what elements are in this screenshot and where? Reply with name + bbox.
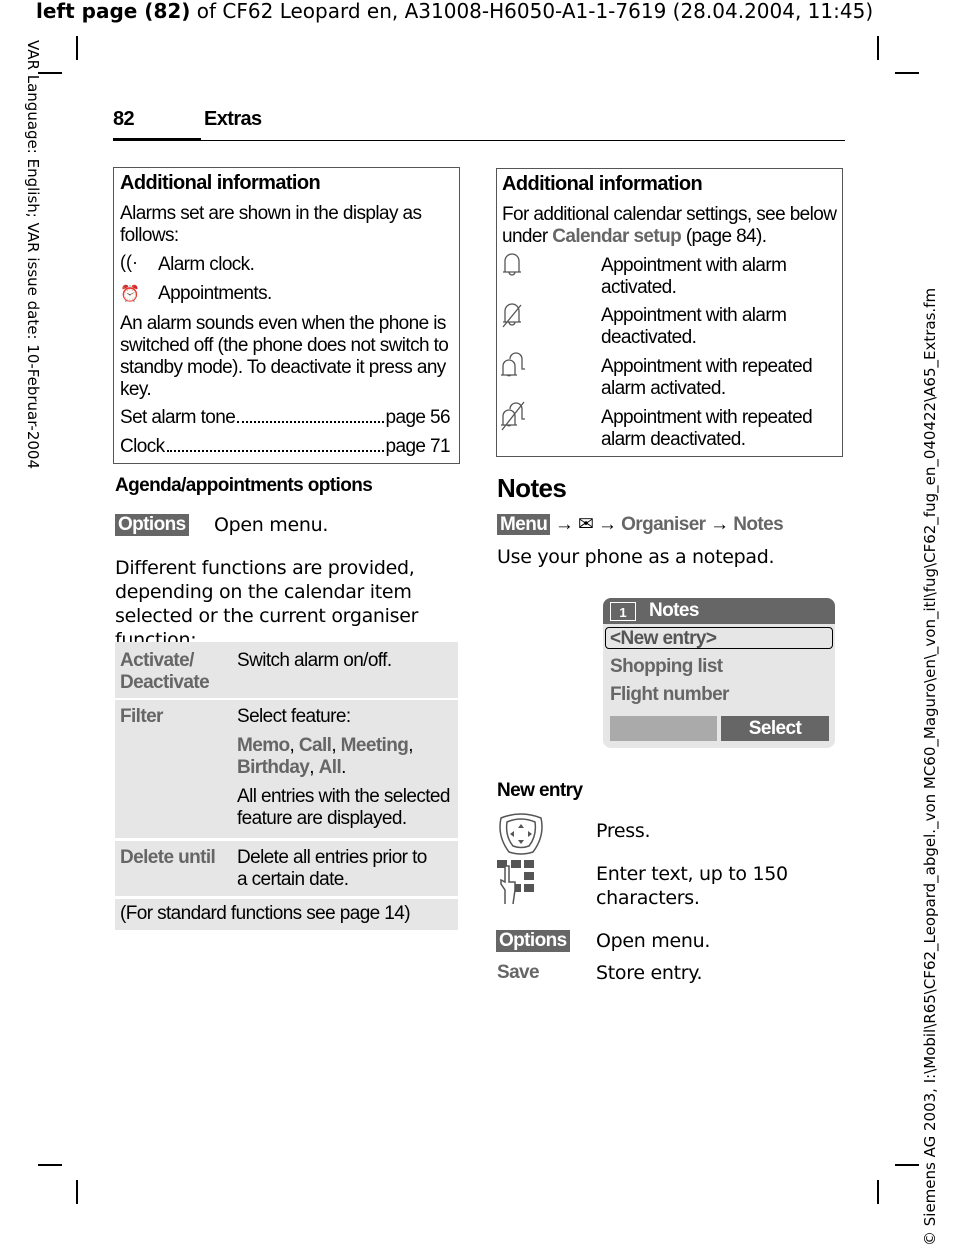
box-item-text: Appointment with alarm deactivated. bbox=[601, 305, 787, 348]
row-value-2: All entries with the selected feature ar… bbox=[237, 786, 450, 829]
calendar-icon: 1 bbox=[610, 602, 636, 621]
sep: , bbox=[289, 735, 299, 756]
options-softkey: Options bbox=[115, 514, 189, 536]
step-text: Store entry. bbox=[596, 962, 703, 984]
path-notes: Notes bbox=[733, 514, 784, 535]
box-item-text: Alarm clock. bbox=[158, 254, 255, 275]
crop-mark bbox=[38, 72, 62, 74]
screen-title-bar: 1 Notes bbox=[603, 598, 835, 624]
table-footer-text: (For standard functions see page 14) bbox=[120, 903, 411, 924]
box-note: An alarm sounds even when the phone is s… bbox=[120, 313, 449, 400]
options-softkey: Options bbox=[496, 930, 570, 952]
step-text: Enter text, up to 150 characters. bbox=[596, 863, 788, 909]
path-organiser: Organiser bbox=[621, 514, 706, 535]
crop-mark bbox=[76, 1180, 78, 1204]
filter-meeting: Meeting bbox=[340, 735, 409, 756]
screen-item[interactable]: Shopping list bbox=[610, 656, 723, 678]
table-row: Delete until Delete all entries prior to… bbox=[115, 841, 458, 896]
row-key: Filter bbox=[120, 706, 163, 727]
box-item-text: Appointment with alarm activated. bbox=[601, 255, 787, 298]
table-footer: (For standard functions see page 14) bbox=[115, 899, 458, 930]
box-item-text: Appointment with repeated alarm deactiva… bbox=[601, 407, 813, 450]
filter-birthday: Birthday bbox=[237, 757, 310, 778]
keypad-icon bbox=[497, 860, 534, 904]
ref-clock: Clock page 71 bbox=[120, 436, 451, 458]
sep: , bbox=[309, 757, 319, 778]
crop-mark bbox=[895, 72, 919, 74]
crop-mark bbox=[38, 1164, 62, 1166]
menu-softkey: Menu bbox=[497, 514, 551, 535]
agenda-desc: Different functions are provided, depend… bbox=[115, 557, 419, 651]
box-item-text: Appointments. bbox=[158, 283, 272, 304]
screen-title: Notes bbox=[649, 600, 699, 621]
intro-text: (page 84). bbox=[681, 226, 767, 247]
nav-key-icon bbox=[499, 813, 543, 855]
row-key: Activate/ Deactivate bbox=[120, 650, 210, 693]
box-title: Additional information bbox=[120, 172, 321, 194]
sep: . bbox=[341, 757, 346, 778]
appointment-icon: ⏰ bbox=[120, 286, 140, 303]
table-row: Filter Select feature: Memo, Call, Meeti… bbox=[115, 700, 458, 838]
header-rule-thick bbox=[113, 138, 201, 141]
options-text: Open menu. bbox=[214, 514, 329, 536]
table-row: Activate/ Deactivate Switch alarm on/off… bbox=[115, 642, 458, 698]
bell-icon bbox=[503, 253, 521, 276]
calendar-setup-link: Calendar setup bbox=[552, 226, 682, 247]
header-rule bbox=[113, 140, 845, 141]
box-item-text: Appointment with repeated alarm activate… bbox=[601, 356, 813, 399]
filter-list: Memo, Call, Meeting, Birthday, All. bbox=[237, 735, 452, 779]
bell-crossed-icon bbox=[502, 303, 522, 328]
agenda-heading: Agenda/appointments options bbox=[115, 475, 373, 496]
double-bell-crossed-icon bbox=[501, 401, 525, 431]
alarm-clock-icon: ((· bbox=[120, 252, 138, 272]
menu-path: Menu → ✉ → Organiser → Notes bbox=[497, 514, 784, 536]
side-left-text: VAR Language: English; VAR issue date: 1… bbox=[24, 40, 42, 470]
sep: , bbox=[408, 735, 413, 756]
ref-page: page 56 bbox=[385, 407, 451, 428]
notes-desc: Use your phone as a notepad. bbox=[497, 546, 775, 568]
sep: , bbox=[331, 735, 341, 756]
save-key: Save bbox=[497, 962, 540, 983]
box-intro: For additional calendar settings, see be… bbox=[502, 204, 837, 248]
new-entry-heading: New entry bbox=[497, 780, 583, 801]
ref-set-alarm-tone: Set alarm tone page 56 bbox=[120, 407, 451, 429]
print-header-rest: of CF62 Leopard en, A31008-H6050-A1-1-76… bbox=[190, 0, 874, 23]
crop-mark bbox=[76, 36, 78, 60]
screen-item[interactable]: Flight number bbox=[610, 684, 729, 706]
filter-call: Call bbox=[298, 735, 332, 756]
row-value: Switch alarm on/off. bbox=[237, 650, 392, 671]
row-value: Delete all entries prior to a certain da… bbox=[237, 847, 427, 890]
softkey-left[interactable] bbox=[610, 716, 717, 741]
crop-mark bbox=[895, 1164, 919, 1166]
print-header: left page (82) of CF62 Leopard en, A3100… bbox=[36, 0, 873, 22]
ref-label: Clock bbox=[120, 436, 165, 457]
arrow-icon: → bbox=[710, 514, 729, 535]
step-text: Press. bbox=[596, 820, 651, 842]
notes-heading: Notes bbox=[497, 473, 567, 503]
side-right-text: © Siemens AG 2003, I:\Mobil\R65\CF62_Leo… bbox=[921, 287, 939, 1246]
ref-page: page 71 bbox=[385, 436, 451, 457]
additional-info-box-left: Additional information Alarms set are sh… bbox=[113, 167, 460, 464]
section-title: Extras bbox=[204, 108, 262, 130]
double-bell-icon bbox=[501, 352, 525, 377]
softkey-select[interactable]: Select bbox=[721, 716, 829, 741]
crop-mark bbox=[877, 36, 879, 60]
print-header-bold: left page (82) bbox=[36, 0, 191, 23]
phone-screen: 1 Notes <New entry> Shopping list Flight… bbox=[603, 598, 835, 748]
filter-all: All bbox=[318, 757, 342, 778]
arrow-icon: → bbox=[598, 514, 617, 535]
page-number: 82 bbox=[113, 108, 135, 130]
row-value: Select feature: bbox=[237, 706, 351, 727]
screen-item-selected[interactable]: <New entry> bbox=[605, 627, 833, 649]
crop-mark bbox=[877, 1180, 879, 1204]
ref-label: Set alarm tone bbox=[120, 407, 236, 428]
box-intro: Alarms set are shown in the display as f… bbox=[120, 203, 422, 246]
organiser-envelope-icon: ✉ bbox=[578, 514, 594, 535]
arrow-icon: → bbox=[554, 514, 574, 535]
row-key: Delete until bbox=[120, 847, 216, 868]
filter-memo: Memo bbox=[237, 735, 290, 756]
step-text: Open menu. bbox=[596, 930, 711, 952]
additional-info-box-right: Additional information For additional ca… bbox=[496, 168, 843, 457]
box-title: Additional information bbox=[502, 173, 703, 195]
